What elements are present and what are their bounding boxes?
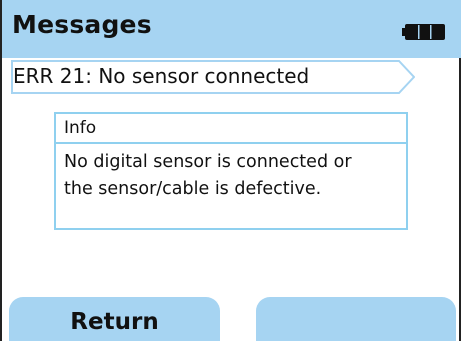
info-panel-text: No digital sensor is connected or the se…: [64, 149, 400, 203]
return-button-label: Return: [70, 309, 159, 335]
info-panel-title: Info: [64, 118, 97, 138]
right-softkey-button[interactable]: [256, 297, 456, 341]
return-button[interactable]: Return: [9, 297, 220, 341]
page-title: Messages: [12, 10, 152, 39]
battery-full-icon: [402, 23, 446, 41]
error-message-text: ERR 21: No sensor connected: [13, 64, 310, 88]
device-screen: Messages ERR 21: No sensor connected Inf…: [0, 0, 461, 341]
info-panel-header: Info: [56, 114, 406, 144]
info-panel: Info No digital sensor is connected or t…: [54, 112, 408, 230]
info-line-2: the sensor/cable is defective.: [64, 179, 322, 199]
info-line-1: No digital sensor is connected or: [64, 152, 352, 172]
header-bar: Messages: [2, 0, 461, 58]
